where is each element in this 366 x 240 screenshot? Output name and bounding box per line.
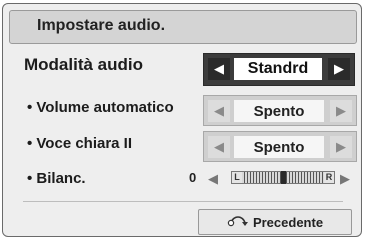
left-arrow-icon[interactable]: ◀ (208, 58, 230, 80)
left-arrow-icon[interactable]: ◀ (208, 100, 230, 122)
left-arrow-icon[interactable]: ◀ (208, 136, 230, 158)
return-arrow-icon (227, 213, 249, 232)
right-arrow-icon[interactable]: ▶ (330, 136, 352, 158)
balance-slider-knob[interactable] (280, 171, 286, 184)
back-button[interactable]: Precedente (198, 209, 352, 235)
clear-voice-selector[interactable]: ◀ Spento ▶ (203, 131, 357, 162)
clear-voice-value: Spento (234, 136, 324, 158)
panel-title: Impostare audio. (37, 17, 166, 34)
left-arrow-icon[interactable]: ◀ (208, 171, 218, 187)
audio-settings-panel: Impostare audio. Modalità audio ◀ Standr… (2, 3, 362, 237)
auto-volume-value: Spento (234, 100, 324, 122)
audio-mode-value: Standrd (234, 58, 322, 80)
auto-volume-label: • Volume automatico (27, 99, 174, 116)
audio-mode-selector[interactable]: ◀ Standrd ▶ (203, 53, 355, 86)
right-arrow-icon[interactable]: ▶ (328, 58, 350, 80)
auto-volume-selector[interactable]: ◀ Spento ▶ (203, 95, 357, 126)
back-button-label: Precedente (252, 214, 324, 230)
divider (23, 201, 343, 202)
balance-left-marker: L (232, 172, 242, 183)
audio-mode-label: Modalità audio (24, 55, 143, 74)
title-bar: Impostare audio. (9, 10, 357, 44)
balance-value: 0 (189, 170, 197, 185)
right-arrow-icon[interactable]: ▶ (340, 171, 350, 187)
balance-slider[interactable]: L R (231, 171, 335, 184)
clear-voice-label: • Voce chiara II (27, 135, 133, 152)
balance-right-marker: R (324, 172, 334, 183)
balance-label: • Bilanc. (27, 170, 86, 187)
right-arrow-icon[interactable]: ▶ (330, 100, 352, 122)
